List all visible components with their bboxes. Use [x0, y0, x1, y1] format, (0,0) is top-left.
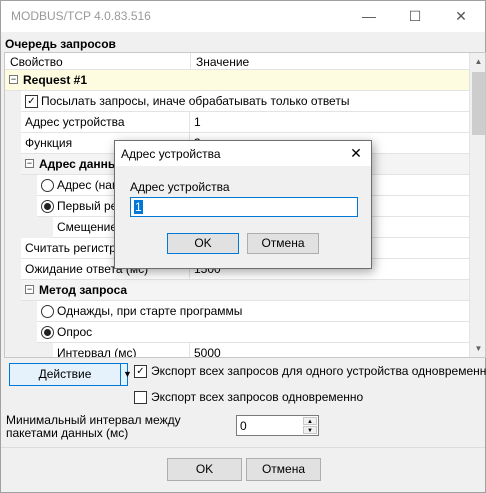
row-indent — [5, 154, 21, 175]
row-indent — [5, 259, 21, 280]
row-label: Опрос — [57, 325, 93, 339]
row-indent — [5, 280, 21, 301]
maximize-icon[interactable]: ☐ — [392, 1, 438, 32]
row-label: Интервал (мс) — [57, 346, 137, 358]
once-radio[interactable] — [41, 305, 54, 318]
device-address-input-value: 1 — [134, 200, 143, 214]
row-label: Смещение — [57, 220, 118, 234]
min-interval-spinbox[interactable]: 0 ▲ ▼ — [236, 415, 319, 436]
scroll-thumb[interactable] — [472, 72, 485, 135]
column-header-property: Свойство — [10, 55, 63, 69]
grid-row-send-requests[interactable]: ✓ Посылать запросы, иначе обрабатывать т… — [5, 91, 469, 112]
polling-radio[interactable] — [41, 326, 54, 339]
export-all-label: Экспорт всех запросов одновременно — [151, 390, 364, 404]
first-register-radio[interactable] — [41, 200, 54, 213]
dropdown-arrow-icon[interactable]: ▼ — [123, 364, 132, 385]
collapse-icon[interactable]: − — [25, 159, 34, 168]
row-indent — [5, 112, 21, 133]
row-label: Однажды, при старте программы — [57, 304, 243, 318]
address-radio[interactable] — [41, 179, 54, 192]
column-header-value: Значение — [196, 55, 250, 69]
device-address-dialog: Адрес устройства ✕ Адрес устройства 1 OK… — [114, 140, 372, 269]
row-value[interactable]: 5000 — [194, 346, 221, 357]
device-address-input[interactable]: 1 — [130, 197, 358, 217]
value-divider — [189, 343, 190, 357]
footer-divider — [1, 447, 485, 448]
window-title: MODBUS/TCP 4.0.83.516 — [11, 9, 151, 23]
group-label: Request #1 — [23, 73, 88, 87]
export-one-device-label: Экспорт всех запросов для одного устройс… — [151, 364, 486, 378]
export-one-device-checkbox[interactable]: ✓ — [134, 365, 147, 378]
grid-scrollbar[interactable]: ▲ ▼ — [469, 53, 485, 357]
dialog-close-icon[interactable]: ✕ — [344, 143, 368, 163]
group-label: Адрес данных — [39, 157, 125, 171]
row-value[interactable]: 1 — [194, 115, 201, 129]
spin-down-icon[interactable]: ▼ — [303, 426, 317, 434]
dialog-ok-button[interactable]: OK — [167, 233, 239, 254]
row-label: Посылать запросы, иначе обрабатывать тол… — [41, 94, 350, 108]
export-all-checkbox[interactable] — [134, 391, 147, 404]
grid-row-device-address[interactable]: Адрес устройства 1 — [5, 112, 469, 133]
row-indent — [5, 343, 53, 357]
row-indent — [5, 133, 21, 154]
group-label: Метод запроса — [39, 283, 128, 297]
queue-title: Очередь запросов — [5, 37, 116, 51]
dialog-field-label: Адрес устройства — [130, 180, 230, 194]
title-bar: MODBUS/TCP 4.0.83.516 — ☐ ✕ — [1, 1, 485, 32]
send-requests-checkbox[interactable]: ✓ — [25, 95, 38, 108]
collapse-icon[interactable]: − — [25, 285, 34, 294]
row-indent — [5, 196, 37, 217]
value-divider — [189, 112, 190, 133]
grid-row-polling[interactable]: Опрос — [5, 322, 469, 343]
cancel-button[interactable]: Отмена — [246, 458, 321, 481]
dialog-cancel-button[interactable]: Отмена — [247, 233, 319, 254]
grid-row-once-at-start[interactable]: Однажды, при старте программы — [5, 301, 469, 322]
column-divider — [190, 53, 191, 70]
grid-header: Свойство Значение — [5, 53, 469, 70]
grid-row-interval[interactable]: Интервал (мс) 5000 — [5, 343, 469, 358]
ok-button[interactable]: OK — [167, 458, 242, 481]
main-window: MODBUS/TCP 4.0.83.516 — ☐ ✕ Очередь запр… — [0, 0, 486, 493]
min-interval-label: Минимальный интервал между пакетами данн… — [6, 413, 181, 440]
row-label: Функция — [25, 136, 73, 150]
dialog-title-bar: Адрес устройства ✕ — [115, 141, 371, 166]
row-indent — [5, 322, 37, 343]
collapse-icon[interactable]: − — [9, 75, 18, 84]
scroll-down-icon[interactable]: ▼ — [470, 340, 485, 357]
spin-up-icon[interactable]: ▲ — [303, 417, 317, 425]
row-indent — [5, 91, 21, 112]
group-row-request[interactable]: − Request #1 — [5, 70, 469, 91]
action-button[interactable]: Действие ▼ — [9, 363, 132, 386]
row-indent — [5, 301, 37, 322]
scroll-up-icon[interactable]: ▲ — [470, 53, 485, 70]
minimize-icon[interactable]: — — [346, 1, 392, 32]
dialog-title: Адрес устройства — [121, 147, 221, 161]
group-row-request-method[interactable]: − Метод запроса — [5, 280, 469, 301]
min-interval-value[interactable]: 0 — [240, 419, 247, 433]
row-label: Адрес устройства — [25, 115, 125, 129]
split-divider — [120, 364, 121, 385]
row-indent — [5, 217, 53, 238]
row-indent — [5, 175, 37, 196]
action-button-label: Действие — [38, 367, 92, 381]
row-indent — [5, 238, 21, 259]
spin-arrows[interactable]: ▲ ▼ — [303, 417, 317, 434]
close-icon[interactable]: ✕ — [438, 1, 484, 32]
